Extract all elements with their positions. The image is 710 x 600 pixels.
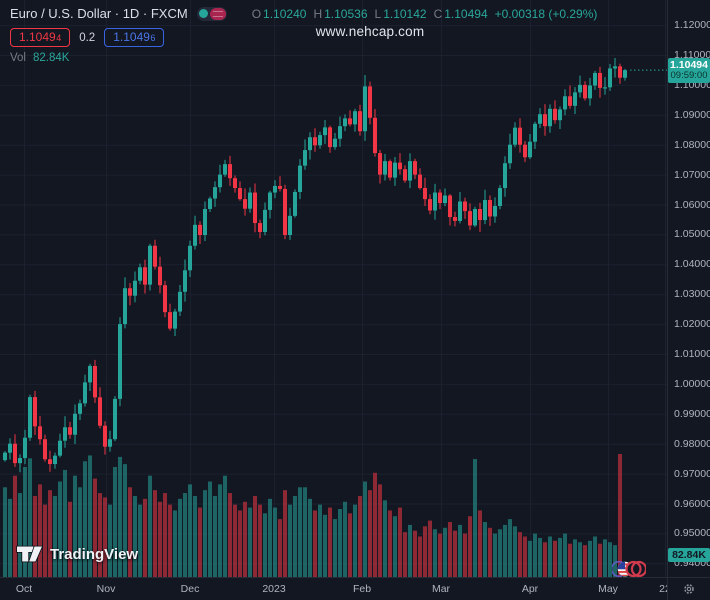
spread-value: 0.2 [79, 31, 96, 44]
price-axis[interactable]: 1.12000 1.11000 1.10000 1.09000 1.08000 1.070… [667, 0, 710, 578]
candlestick-chart[interactable] [0, 0, 668, 578]
chart-legend: Euro / U.S. Dollar · 1D · FXCM O 1.10240… [10, 5, 597, 64]
tradingview-icon [16, 545, 43, 563]
ohlc-readout: O 1.10240 H 1.10536 L 1.10142 C 1.10494 … [252, 7, 598, 21]
low-value: 1.10142 [383, 6, 427, 21]
price-axis-label: 0.98000 [674, 437, 710, 450]
gear-icon [684, 584, 694, 594]
price-axis-label: 1.05000 [674, 228, 710, 241]
price-axis-label: 0.96000 [674, 497, 710, 510]
open-label: O [251, 6, 262, 21]
price-axis-label: 1.08000 [674, 138, 710, 151]
bid-price: 1.1049 [19, 30, 56, 44]
market-status-toggle[interactable] [196, 6, 227, 21]
close-value: 1.10494 [444, 6, 488, 21]
price-axis-label: 1.07000 [674, 168, 710, 181]
price-axis-label: 1.01000 [674, 348, 710, 360]
open-value: 1.10240 [263, 6, 307, 21]
time-axis-label: Oct [15, 583, 33, 595]
ask-price: 1.1049 [113, 30, 150, 44]
volume-value: 82.84K [33, 52, 70, 64]
sell-bid-button[interactable]: 1.1049 4 [10, 28, 71, 47]
tradingview-wordmark: TradingView [50, 545, 139, 563]
status-dot-icon [198, 9, 208, 18]
tradingview-logo[interactable]: TradingView [16, 545, 138, 563]
high-value: 1.10536 [324, 6, 368, 21]
volume-badge: 82.84K [668, 548, 710, 562]
price-axis-label: 1.12000 [674, 19, 710, 32]
change-value: +0.00318 (+0.29%) [494, 6, 598, 21]
time-axis-label: Feb [352, 583, 372, 595]
bid-price-sup: 4 [56, 33, 62, 43]
price-axis-label: 1.09000 [674, 108, 710, 121]
symbol-title[interactable]: Euro / U.S. Dollar · 1D · FXCM [10, 6, 188, 21]
bar-countdown: 09:59:00 [670, 70, 708, 82]
time-axis-label: Dec [180, 583, 200, 595]
axis-settings-button[interactable] [667, 577, 710, 600]
price-axis-label: 1.00000 [674, 377, 710, 390]
chart-canvas[interactable]: www.nehcap.com Euro / U.S. Dollar · 1D ·… [0, 0, 668, 578]
time-axis-label: Mar [431, 583, 451, 595]
price-axis-label: 1.02000 [674, 318, 710, 331]
ask-price-sup: 6 [150, 33, 156, 43]
price-axis-label: 1.04000 [674, 258, 710, 271]
buy-ask-button[interactable]: 1.1049 6 [104, 28, 165, 47]
price-axis-label: 0.95000 [674, 527, 710, 540]
high-label: H [313, 6, 323, 21]
time-axis-label: 22 [659, 583, 668, 595]
close-label: C [433, 6, 443, 21]
time-axis-label: May [598, 583, 618, 595]
time-axis-label: 2023 [262, 583, 286, 595]
time-axis[interactable]: Oct Nov Dec 2023 Feb Mar Apr May 22 [0, 577, 668, 600]
price-axis-label: 0.99000 [674, 407, 710, 420]
last-price-badge: 1.10494 09:59:00 [668, 58, 710, 84]
price-axis-label: 0.97000 [674, 467, 710, 480]
price-axis-label: 1.03000 [674, 288, 710, 301]
tradingview-chart-window: www.nehcap.com Euro / U.S. Dollar · 1D ·… [0, 0, 710, 600]
time-axis-label: Apr [521, 583, 539, 595]
time-axis-label: Nov [96, 583, 116, 595]
volume-indicator-row: Vol 82.84K [10, 52, 597, 64]
broker-logo[interactable] [612, 559, 646, 578]
low-label: L [374, 6, 382, 21]
volume-label: Vol [10, 52, 26, 64]
status-pill-icon [209, 7, 226, 20]
price-axis-label: 1.06000 [674, 198, 710, 211]
